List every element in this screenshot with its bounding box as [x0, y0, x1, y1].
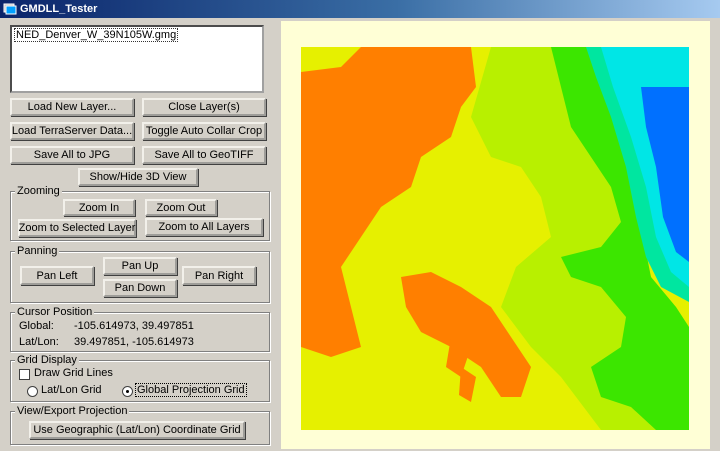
- load-new-layer-button[interactable]: Load New Layer...: [10, 98, 134, 116]
- zoom-out-button[interactable]: Zoom Out: [145, 199, 217, 216]
- latlon-coordinates-value: 39.497851, -105.614973: [74, 336, 194, 348]
- layer-list-item[interactable]: NED_Denver_W_39N105W.gmg: [14, 28, 179, 42]
- latlon-grid-radio[interactable]: [27, 386, 38, 397]
- global-label: Global:: [19, 320, 54, 332]
- title-bar: GMDLL_Tester: [0, 0, 720, 18]
- use-geographic-grid-button[interactable]: Use Geographic (Lat/Lon) Coordinate Grid: [29, 421, 245, 439]
- window-title: GMDLL_Tester: [20, 3, 98, 15]
- cursor-position-legend: Cursor Position: [15, 305, 95, 319]
- pan-up-button[interactable]: Pan Up: [103, 257, 177, 275]
- close-layers-button[interactable]: Close Layer(s): [142, 98, 266, 116]
- latlon-grid-label[interactable]: Lat/Lon Grid: [41, 384, 102, 396]
- show-3d-view-button[interactable]: Show/Hide 3D View: [78, 168, 198, 186]
- global-projection-grid-label[interactable]: Global Projection Grid: [135, 383, 247, 397]
- load-terraserver-button[interactable]: Load TerraServer Data...: [10, 122, 134, 140]
- draw-grid-lines-label[interactable]: Draw Grid Lines: [34, 367, 113, 379]
- pan-left-button[interactable]: Pan Left: [20, 266, 94, 285]
- global-coordinates-value: -105.614973, 39.497851: [74, 320, 194, 332]
- draw-grid-lines-checkbox[interactable]: [19, 369, 30, 380]
- toggle-collar-crop-button[interactable]: Toggle Auto Collar Crop: [142, 122, 266, 140]
- zooming-legend: Zooming: [15, 184, 62, 198]
- pan-down-button[interactable]: Pan Down: [103, 279, 177, 297]
- layer-list[interactable]: NED_Denver_W_39N105W.gmg: [10, 25, 264, 93]
- zoom-in-button[interactable]: Zoom In: [63, 199, 135, 216]
- zoom-all-layers-button[interactable]: Zoom to All Layers: [145, 218, 263, 236]
- zoom-selected-layer-button[interactable]: Zoom to Selected Layer: [18, 219, 136, 237]
- elevation-map[interactable]: [301, 47, 689, 430]
- global-projection-grid-radio[interactable]: [122, 386, 133, 397]
- grid-display-legend: Grid Display: [15, 353, 79, 367]
- latlon-label: Lat/Lon:: [19, 336, 59, 348]
- save-jpg-button[interactable]: Save All to JPG: [10, 146, 134, 164]
- pan-right-button[interactable]: Pan Right: [182, 266, 256, 285]
- panning-legend: Panning: [15, 244, 60, 258]
- save-geotiff-button[interactable]: Save All to GeoTIFF: [142, 146, 266, 164]
- windows-app-icon: [3, 3, 17, 15]
- radio-selected-dot: [126, 390, 129, 393]
- view-export-projection-legend: View/Export Projection: [15, 404, 130, 418]
- map-view[interactable]: [281, 21, 710, 449]
